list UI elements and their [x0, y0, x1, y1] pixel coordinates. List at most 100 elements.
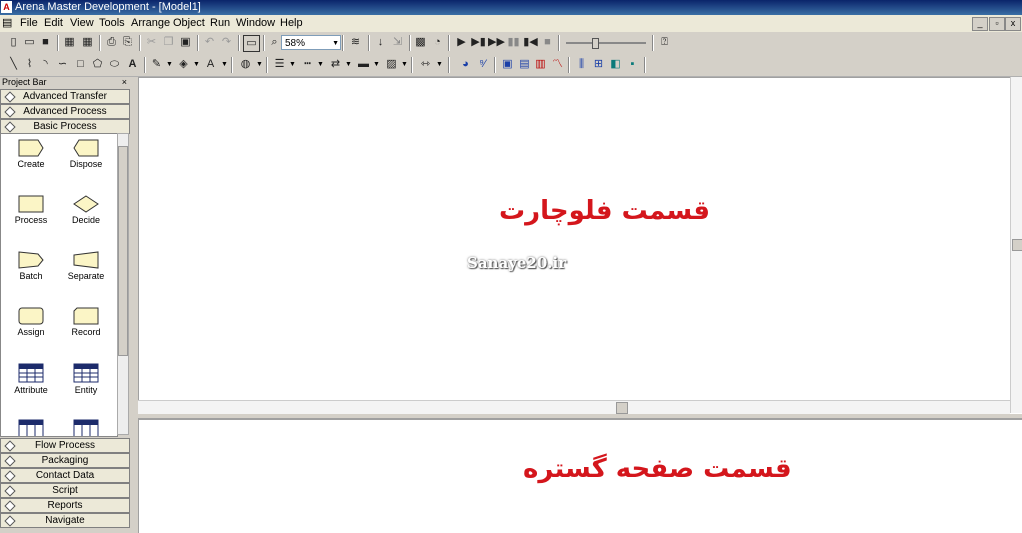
module-separate[interactable]: Separate — [61, 251, 111, 281]
module-entity[interactable]: Entity — [61, 363, 111, 395]
date-icon[interactable]: ⁹⁄ — [475, 57, 490, 72]
chevron-down-icon[interactable]: ▼ — [289, 58, 296, 71]
context-help-icon[interactable]: ⍰ — [657, 35, 672, 50]
minimize-button[interactable]: _ — [972, 17, 988, 31]
module-partial[interactable] — [6, 419, 56, 436]
chevron-down-icon[interactable]: ▼ — [317, 58, 324, 71]
chevron-down-icon[interactable]: ▼ — [221, 58, 228, 71]
panel-advanced-process[interactable]: Advanced Process — [0, 104, 130, 119]
restore-button[interactable]: ▫ — [989, 17, 1005, 31]
open-icon[interactable]: ▭ — [22, 35, 37, 50]
panel-script[interactable]: Script — [0, 483, 130, 498]
end-icon[interactable]: ■ — [540, 35, 555, 50]
clock-icon[interactable]: ◕ — [458, 57, 473, 72]
histogram-icon[interactable]: ▥ — [533, 57, 548, 72]
line-pattern-icon[interactable]: ▬ — [356, 57, 371, 72]
module-assign[interactable]: Assign — [6, 307, 56, 337]
timer-icon[interactable]: ◔ — [430, 35, 445, 50]
box-icon[interactable]: □ — [73, 57, 88, 72]
connect-icon[interactable]: ⇲ — [390, 35, 405, 50]
menu-file[interactable]: File — [20, 15, 38, 32]
panel-flow-process[interactable]: Flow Process — [0, 438, 130, 453]
document-icon[interactable]: ▤ — [2, 15, 16, 32]
module-attribute[interactable]: Attribute — [6, 363, 56, 395]
panel-reports[interactable]: Reports — [0, 498, 130, 513]
flowchart-vertical-scrollbar[interactable] — [1010, 77, 1022, 413]
fill-color-icon[interactable]: ◈ — [176, 57, 191, 72]
menu-tools[interactable]: Tools — [99, 15, 125, 32]
scrollbar-thumb[interactable] — [118, 146, 128, 356]
print-preview-icon[interactable]: ⎘ — [120, 35, 135, 50]
flowchart-view[interactable]: قسمت فلوچارت Sanaye20.ir — [138, 77, 1022, 414]
module-process[interactable]: Process — [6, 195, 56, 225]
undo-icon[interactable]: ↶ — [202, 35, 217, 50]
bezier-icon[interactable]: ∽ — [55, 57, 70, 72]
background-color-icon[interactable]: ◍ — [238, 57, 253, 72]
view-all-icon[interactable]: ▭ — [243, 35, 260, 52]
spreadsheet-view[interactable]: قسمت صفحه گستره — [138, 418, 1022, 533]
chevron-down-icon[interactable]: ▼ — [373, 58, 380, 71]
arrow-style-icon[interactable]: ⇄ — [328, 57, 343, 72]
fast-forward-icon[interactable]: ▶▶ — [488, 35, 505, 50]
chevron-down-icon[interactable]: ▼ — [166, 58, 173, 71]
text-color-icon[interactable]: A — [203, 57, 218, 72]
chevron-down-icon[interactable]: ▼ — [345, 58, 352, 71]
chevron-down-icon[interactable]: ▼ — [256, 58, 263, 71]
panel-navigate[interactable]: Navigate — [0, 513, 130, 528]
menu-edit[interactable]: Edit — [44, 15, 63, 32]
module-partial[interactable] — [61, 419, 111, 436]
polyline-icon[interactable]: ⌇ — [22, 57, 37, 72]
polygon-icon[interactable]: ⬠ — [90, 57, 105, 72]
panel-advanced-transfer[interactable]: Advanced Transfer — [0, 89, 130, 104]
plot-icon[interactable]: 〽 — [550, 57, 565, 72]
close-button[interactable]: x — [1005, 17, 1021, 31]
resource-icon[interactable]: ⊞ — [591, 57, 606, 72]
menu-object[interactable]: Object — [173, 15, 205, 32]
copy-icon[interactable]: ❐ — [161, 35, 176, 50]
cut-icon[interactable]: ✂ — [144, 35, 159, 50]
distribute-icon[interactable]: ⇿ — [418, 57, 433, 72]
scrollbar-thumb[interactable] — [616, 402, 628, 414]
panel-basic-process[interactable]: Basic Process — [0, 119, 130, 134]
line-width-icon[interactable]: ☰ — [272, 57, 287, 72]
animation-speed-slider[interactable] — [566, 38, 646, 49]
zoom-icon[interactable]: ⌕ — [267, 35, 282, 50]
module-decide[interactable]: Decide — [61, 195, 111, 225]
pause-icon[interactable]: ▮▮ — [506, 35, 521, 50]
arc-icon[interactable]: ◝ — [38, 57, 53, 72]
transporter-icon[interactable]: ▪ — [625, 57, 640, 72]
slider-knob[interactable] — [592, 38, 599, 49]
text-icon[interactable]: A — [125, 57, 140, 72]
layers-icon[interactable]: ≋ — [348, 35, 363, 50]
ellipse-icon[interactable]: ⬭ — [107, 57, 122, 72]
line-icon[interactable]: ╲ — [6, 57, 21, 72]
zoom-select[interactable]: 58% ▼ — [281, 35, 341, 50]
go-icon[interactable]: ▶ — [454, 35, 469, 50]
scrollbar-thumb[interactable] — [1012, 239, 1022, 251]
module-dispose[interactable]: Dispose — [61, 139, 111, 169]
submodel-down-icon[interactable]: ↓ — [373, 35, 388, 50]
chevron-down-icon[interactable]: ▼ — [193, 58, 200, 71]
print-icon[interactable]: ⎙ — [104, 35, 119, 50]
fill-pattern-icon[interactable]: ▨ — [384, 57, 399, 72]
new-icon[interactable]: ▯ — [6, 35, 21, 50]
step-icon[interactable]: ▶▮ — [471, 35, 486, 50]
animate-icon[interactable]: ▩ — [413, 35, 428, 50]
flowchart-horizontal-scrollbar[interactable] — [138, 400, 1010, 414]
panel-contact-data[interactable]: Contact Data — [0, 468, 130, 483]
line-color-icon[interactable]: ✎ — [149, 57, 164, 72]
module-record[interactable]: Record — [61, 307, 111, 337]
panel-packaging[interactable]: Packaging — [0, 453, 130, 468]
template-attach-icon[interactable]: ▦ — [62, 35, 77, 50]
module-batch[interactable]: Batch — [6, 251, 56, 281]
menu-help[interactable]: Help — [280, 15, 303, 32]
menu-window[interactable]: Window — [236, 15, 275, 32]
menu-view[interactable]: View — [70, 15, 94, 32]
module-create[interactable]: Create — [6, 139, 56, 169]
chevron-down-icon[interactable]: ▼ — [401, 58, 408, 71]
paste-icon[interactable]: ▣ — [178, 35, 193, 50]
palette-scrollbar[interactable] — [117, 133, 129, 435]
menu-arrange[interactable]: Arrange — [131, 15, 170, 32]
chevron-down-icon[interactable]: ▼ — [436, 58, 443, 71]
redo-icon[interactable]: ↷ — [219, 35, 234, 50]
